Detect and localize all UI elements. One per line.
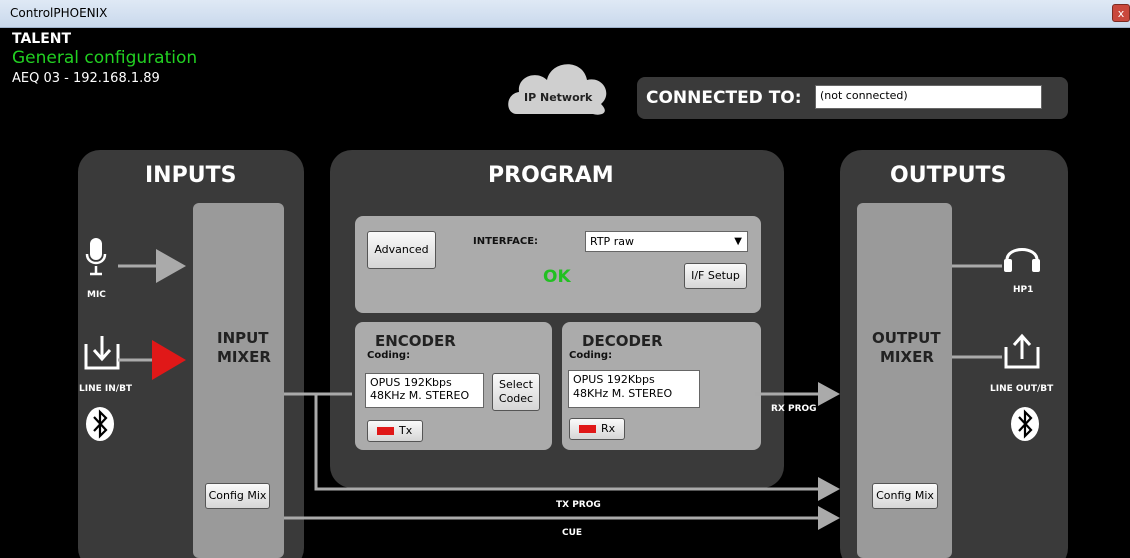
rx-prog-label: RX PROG — [771, 404, 817, 414]
app-window: ControlPHOENIX x TALENT General configur… — [0, 0, 1130, 558]
close-button[interactable]: x — [1112, 4, 1130, 22]
main-canvas: TALENT General configuration AEQ 03 - 19… — [0, 28, 1130, 558]
cue-label: CUE — [562, 528, 583, 538]
tx-prog-label: TX PROG — [556, 500, 601, 510]
window-title: ControlPHOENIX — [10, 6, 108, 20]
title-bar: ControlPHOENIX x — [0, 0, 1130, 28]
routing-lines — [284, 382, 840, 530]
